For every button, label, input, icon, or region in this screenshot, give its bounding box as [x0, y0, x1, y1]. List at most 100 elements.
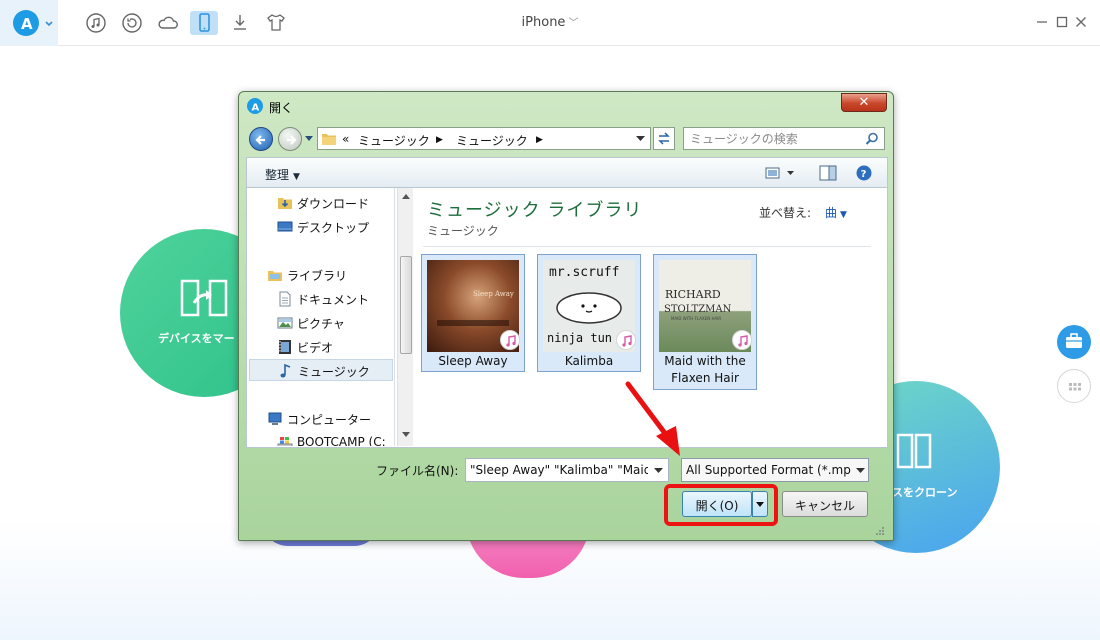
scroll-up-icon[interactable]: [402, 193, 410, 199]
itunes-badge-icon: [500, 330, 520, 350]
video-icon: [279, 340, 291, 354]
transfer-icon: [180, 279, 228, 317]
chevron-down-icon: ▼: [840, 210, 847, 220]
scrollbar-thumb[interactable]: [400, 256, 412, 354]
device-name: iPhone: [521, 15, 566, 30]
search-box[interactable]: [683, 127, 885, 150]
itunes-badge-icon: [616, 330, 636, 350]
grid-icon: [1069, 383, 1081, 391]
navigation-scrollbar[interactable]: [397, 188, 413, 446]
app-logo-icon: A: [247, 98, 263, 114]
library-icon: [268, 271, 282, 281]
file-tile[interactable]: Sleep Away Sleep Away: [421, 254, 525, 372]
breadcrumb-prefix[interactable]: «: [342, 132, 349, 146]
arrow-left-icon: [255, 135, 265, 145]
resize-grip-icon[interactable]: [873, 524, 885, 536]
device-selector[interactable]: iPhone ﹀: [0, 14, 1100, 30]
recent-locations-dropdown[interactable]: [305, 136, 313, 142]
filename-label: ファイル名(N):: [376, 464, 459, 478]
computer-icon: [268, 412, 282, 425]
close-icon[interactable]: [1073, 14, 1089, 30]
forward-button[interactable]: [278, 127, 302, 151]
address-bar[interactable]: « ミュージック ▶ ミュージック ▶: [317, 127, 651, 150]
dialog-toolbar: 整理 ▼ ?: [246, 157, 888, 188]
nav-item-label: コンピューター: [287, 413, 372, 427]
nav-item-label: ライブラリ: [287, 269, 348, 283]
nav-item-label: BOOTCAMP (C:: [297, 435, 386, 446]
drive-icon: [277, 437, 293, 446]
svg-text:A: A: [252, 103, 260, 114]
breadcrumb-item[interactable]: ミュージック: [456, 132, 528, 149]
clone-icon: [896, 433, 932, 469]
refresh-button[interactable]: [653, 127, 675, 150]
scroll-down-icon[interactable]: [402, 432, 410, 438]
nav-item-music[interactable]: ミュージック: [249, 359, 393, 381]
chevron-down-icon: [756, 502, 764, 507]
sort-dropdown[interactable]: 曲 ▼: [825, 204, 847, 221]
refresh-icon: [658, 132, 670, 145]
grid-button[interactable]: [1057, 369, 1091, 403]
clone-device-label: スをクローン: [892, 486, 958, 499]
nav-item-label: ドキュメント: [297, 293, 370, 307]
dialog-body: ダウンロード デスクトップ ライブラリ ドキュメント ピクチャ ビデオ ミュージ…: [246, 188, 888, 448]
search-icon[interactable]: [864, 131, 880, 147]
file-tile[interactable]: mr.scruff ninja tun Kalimba: [537, 254, 641, 372]
open-options-dropdown[interactable]: [752, 491, 768, 517]
help-icon[interactable]: ?: [855, 165, 873, 181]
library-title: ミュージック ライブラリ: [427, 200, 643, 221]
chevron-down-icon[interactable]: [654, 468, 663, 474]
breadcrumb-item[interactable]: ミュージック: [358, 132, 430, 149]
album-art-text: Sleep Away: [473, 290, 514, 298]
svg-text:?: ?: [861, 169, 867, 180]
divider: [423, 246, 871, 247]
nav-item-videos[interactable]: ビデオ: [277, 336, 393, 358]
toolbox-button[interactable]: [1057, 325, 1091, 359]
nav-item-label: ダウンロード: [297, 197, 370, 211]
organize-menu[interactable]: 整理 ▼: [265, 166, 300, 183]
maximize-icon[interactable]: [1054, 14, 1070, 30]
filetype-select[interactable]: All Supported Format (*.mp: [681, 458, 869, 482]
chevron-down-icon: ﹀: [568, 18, 579, 29]
nav-item-library[interactable]: ライブラリ: [267, 264, 393, 286]
close-icon: ✕: [858, 95, 870, 110]
album-art-text: ninja tun: [547, 331, 612, 345]
download-folder-icon: [278, 198, 292, 209]
chevron-down-icon[interactable]: [636, 136, 645, 142]
open-button[interactable]: 開く(O): [682, 491, 752, 517]
navigation-pane: ダウンロード デスクトップ ライブラリ ドキュメント ピクチャ ビデオ ミュージ…: [247, 188, 395, 446]
breadcrumb-arrow-icon[interactable]: ▶: [536, 135, 543, 145]
filetype-value: All Supported Format (*.mp: [686, 463, 851, 477]
breadcrumb-arrow-icon[interactable]: ▶: [436, 135, 443, 145]
arrow-right-icon: [287, 135, 297, 145]
album-art-text: STOLTZMAN: [664, 304, 732, 315]
nav-item-bootcamp[interactable]: BOOTCAMP (C:: [277, 432, 393, 446]
nav-item-label: デスクトップ: [297, 221, 370, 235]
cancel-label: キャンセル: [794, 499, 855, 513]
nav-item-downloads[interactable]: ダウンロード: [277, 192, 393, 214]
search-input[interactable]: [690, 131, 858, 146]
open-file-dialog: A 開く ✕ « ミュージック ▶ ミュージック ▶ 整理▼ ?: [238, 91, 894, 541]
open-label: 開く(O): [695, 499, 739, 513]
file-name: Sleep Away: [438, 354, 508, 368]
cancel-button[interactable]: キャンセル: [782, 491, 868, 517]
chevron-down-icon: ▼: [293, 172, 300, 182]
file-tile[interactable]: RICHARD STOLTZMAN MAID WITH FLAXEN HAIR …: [653, 254, 757, 390]
library-subtitle: ミュージック: [427, 224, 499, 238]
itunes-badge-icon: [732, 330, 752, 350]
file-name: Kalimba: [564, 354, 614, 368]
nav-item-desktop[interactable]: デスクトップ: [277, 216, 393, 238]
minimize-icon[interactable]: [1034, 14, 1050, 30]
dialog-close-button[interactable]: ✕: [841, 93, 887, 112]
annotation-arrow-icon: [625, 381, 680, 456]
dialog-title: 開く: [269, 101, 294, 115]
app-topbar: A iPhone ﹀: [0, 0, 1100, 46]
nav-item-pictures[interactable]: ピクチャ: [277, 312, 393, 334]
view-options-icon[interactable]: [765, 165, 797, 181]
back-button[interactable]: [249, 127, 273, 151]
picture-icon: [277, 317, 293, 329]
nav-item-documents[interactable]: ドキュメント: [277, 288, 393, 310]
nav-item-computer[interactable]: コンピューター: [267, 408, 393, 430]
preview-pane-icon[interactable]: [819, 165, 837, 181]
chevron-down-icon[interactable]: [856, 468, 865, 474]
album-art-text: mr.scruff: [549, 265, 619, 280]
